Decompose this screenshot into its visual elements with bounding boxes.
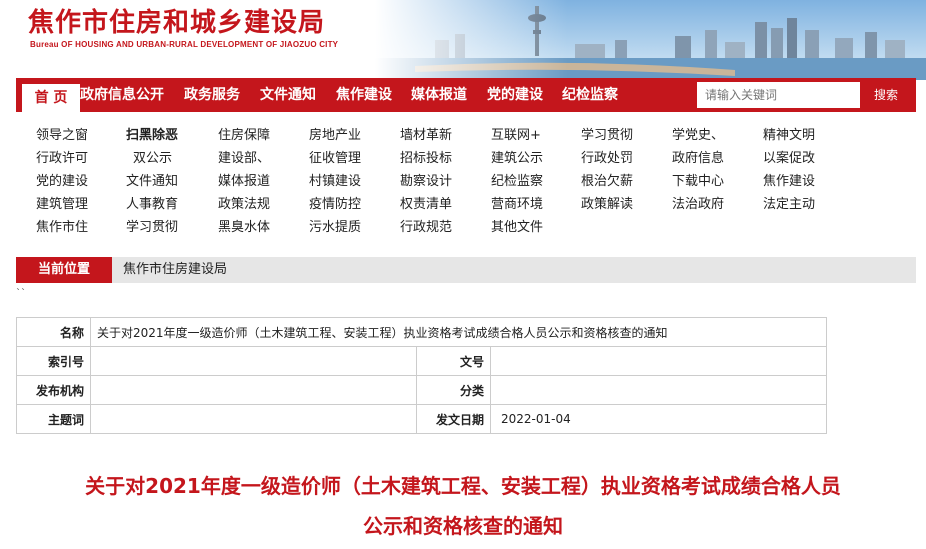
quick-link[interactable]: 住房保障: [218, 124, 270, 143]
quick-link[interactable]: 下载中心: [672, 170, 724, 189]
quick-link[interactable]: 政策解读: [581, 193, 633, 212]
main-nav: 首 页 政府信息公开 政务服务 文件通知 焦作建设 媒体报道 党的建设 纪检监察…: [16, 78, 916, 112]
quick-link[interactable]: 学习贯彻: [581, 124, 633, 143]
quick-link[interactable]: 污水提质: [309, 216, 361, 235]
quick-link[interactable]: 村镇建设: [309, 170, 361, 189]
quick-link[interactable]: 根治欠薪: [581, 170, 633, 189]
quick-link[interactable]: 法定主动: [763, 193, 815, 212]
city-skyline-banner: [375, 0, 926, 80]
name-label: 名称: [16, 317, 91, 347]
nav-file-notice[interactable]: 文件通知: [260, 78, 316, 112]
quick-link[interactable]: 疫情防控: [309, 193, 361, 212]
quick-link[interactable]: 双公示: [133, 147, 172, 166]
quick-link[interactable]: 其他文件: [491, 216, 543, 235]
quick-link[interactable]: 建筑公示: [491, 147, 543, 166]
quick-link[interactable]: 党的建设: [36, 170, 88, 189]
doc-no-label: 文号: [416, 346, 491, 376]
breadcrumb: 当前位置 焦作市住房建设局: [16, 257, 916, 283]
quick-link[interactable]: 焦作建设: [763, 170, 815, 189]
quick-link[interactable]: 招标投标: [400, 147, 452, 166]
nav-jiaozuo-build[interactable]: 焦作建设: [336, 78, 392, 112]
index-label: 索引号: [16, 346, 91, 376]
quick-link[interactable]: 纪检监察: [491, 170, 543, 189]
quick-link[interactable]: 人事教育: [126, 193, 178, 212]
quick-link[interactable]: 墙材革新: [400, 124, 452, 143]
quick-link[interactable]: 精神文明: [763, 124, 815, 143]
category-value: [490, 375, 827, 405]
quick-link[interactable]: 房地产业: [309, 124, 361, 143]
quick-link[interactable]: 征收管理: [309, 147, 361, 166]
quick-link[interactable]: 扫黑除恶: [126, 124, 178, 143]
publisher-label: 发布机构: [16, 375, 91, 405]
article-title: 关于对2021年度一级造价师（土木建筑工程、安装工程）执业资格考试成绩合格人员 …: [18, 466, 908, 546]
quick-link[interactable]: 政策法规: [218, 193, 270, 212]
quick-link[interactable]: 建筑管理: [36, 193, 88, 212]
publisher-value: [90, 375, 417, 405]
table-row: 名称 关于对2021年度一级造价师（土木建筑工程、安装工程）执业资格考试成绩合格…: [16, 317, 827, 347]
subject-value: [90, 404, 417, 434]
table-row: 主题词 发文日期 2022-01-04: [16, 404, 827, 434]
quick-link[interactable]: 建设部、: [218, 147, 270, 166]
date-label: 发文日期: [416, 404, 491, 434]
quick-link[interactable]: 行政许可: [36, 147, 88, 166]
nav-party[interactable]: 党的建设: [487, 78, 543, 112]
nav-gov-service[interactable]: 政务服务: [184, 78, 240, 112]
search-input[interactable]: [697, 82, 860, 108]
quick-link[interactable]: 勘察设计: [400, 170, 452, 189]
quick-link[interactable]: 权责清单: [400, 193, 452, 212]
site-title[interactable]: 焦作市住房和城乡建设局: [28, 2, 325, 39]
nav-home[interactable]: 首 页: [22, 84, 80, 112]
quick-link[interactable]: 文件通知: [126, 170, 178, 189]
nav-discipline[interactable]: 纪检监察: [562, 78, 618, 112]
table-row: 发布机构 分类: [16, 375, 827, 405]
nav-media[interactable]: 媒体报道: [411, 78, 467, 112]
quick-link[interactable]: 黑臭水体: [218, 216, 270, 235]
quick-link[interactable]: 法治政府: [672, 193, 724, 212]
stray-text: ``: [16, 288, 26, 299]
category-label: 分类: [416, 375, 491, 405]
quick-link[interactable]: 焦作市住: [36, 216, 88, 235]
quick-link[interactable]: 互联网+: [491, 124, 541, 143]
article-title-line2: 公示和资格核查的通知: [363, 514, 563, 538]
site-subtitle-en: Bureau OF HOUSING AND URBAN-RURAL DEVELO…: [30, 40, 339, 49]
table-row: 索引号 文号: [16, 346, 827, 376]
search-button[interactable]: 搜索: [864, 82, 908, 108]
quick-link[interactable]: 以案促改: [763, 147, 815, 166]
name-value: 关于对2021年度一级造价师（土木建筑工程、安装工程）执业资格考试成绩合格人员公…: [90, 317, 827, 347]
doc-no-value: [490, 346, 827, 376]
breadcrumb-link[interactable]: 焦作市住房建设局: [123, 257, 227, 283]
quick-link[interactable]: 政府信息: [672, 147, 724, 166]
index-value: [90, 346, 417, 376]
quick-link[interactable]: 行政规范: [400, 216, 452, 235]
quick-link[interactable]: 领导之窗: [36, 124, 88, 143]
breadcrumb-label: 当前位置: [16, 257, 112, 283]
quick-link[interactable]: 营商环境: [491, 193, 543, 212]
nav-gov-info[interactable]: 政府信息公开: [80, 78, 164, 112]
quick-link[interactable]: 学党史、: [672, 124, 724, 143]
date-value: 2022-01-04: [490, 404, 827, 434]
quick-link[interactable]: 学习贯彻: [126, 216, 178, 235]
quick-link[interactable]: 媒体报道: [218, 170, 270, 189]
document-info-table: 名称 关于对2021年度一级造价师（土木建筑工程、安装工程）执业资格考试成绩合格…: [16, 317, 827, 434]
article-title-line1: 关于对2021年度一级造价师（土木建筑工程、安装工程）执业资格考试成绩合格人员: [85, 474, 841, 498]
subject-label: 主题词: [16, 404, 91, 434]
site-header: 焦作市住房和城乡建设局 Bureau OF HOUSING AND URBAN-…: [0, 0, 926, 80]
quick-link[interactable]: 行政处罚: [581, 147, 633, 166]
